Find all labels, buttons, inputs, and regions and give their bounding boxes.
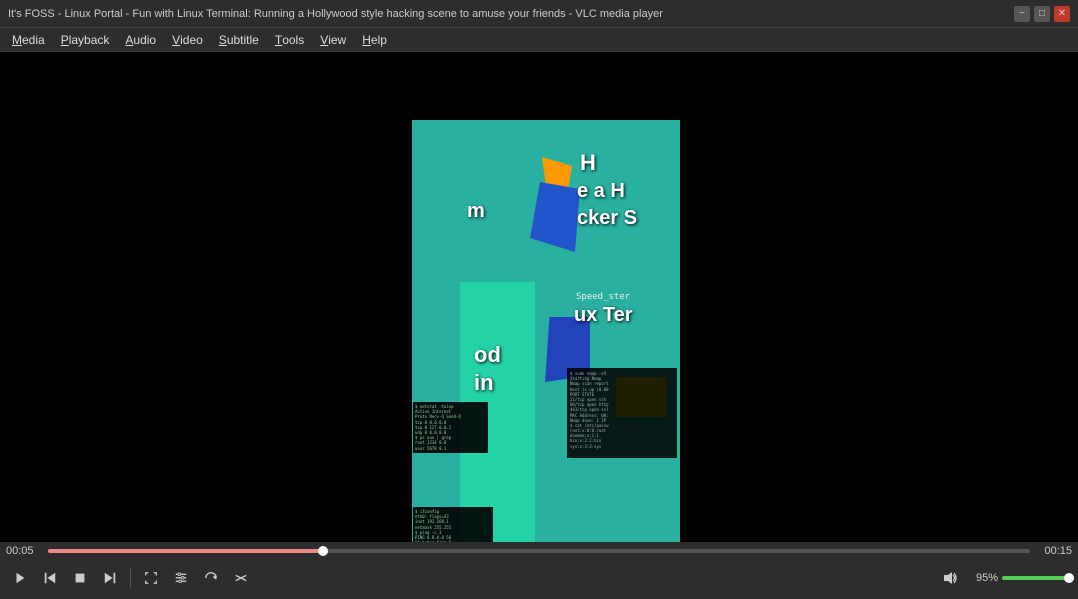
puzzle-piece-4 (0, 392, 60, 492)
puzzle-text-ea: e a H (577, 180, 625, 203)
volume-icon (942, 570, 958, 586)
menu-item-audio[interactable]: Audio (117, 30, 164, 50)
puzzle-piece-3 (0, 332, 140, 392)
volume-bar-thumb[interactable] (1064, 573, 1074, 583)
play-icon (13, 571, 27, 585)
play-button[interactable] (6, 565, 34, 591)
seek-bar[interactable] (48, 549, 1030, 553)
seek-row: 00:05 00:15 (0, 542, 1078, 560)
menu-bar: Media Playback Audio Video Subtitle Tool… (0, 28, 1078, 52)
random-button[interactable] (227, 565, 255, 591)
speed-text: Speed_ster (576, 292, 630, 302)
puzzle-piece-5 (0, 492, 80, 542)
menu-item-video[interactable]: Video (164, 30, 211, 50)
stop-icon (73, 571, 87, 585)
separator-1 (130, 568, 131, 588)
random-icon (234, 571, 248, 585)
loop-icon (204, 571, 218, 585)
title-bar: It's FOSS - Linux Portal - Fun with Linu… (0, 0, 1078, 28)
puzzle-piece-1 (0, 52, 60, 212)
puzzle-text-h: H (580, 150, 596, 176)
loop-button[interactable] (197, 565, 225, 591)
volume-bar-fill (1002, 576, 1069, 580)
terminal-text-3: $ ifconfig eth0: flags=43 inet 192.168.1… (413, 507, 493, 542)
skip-forward-button[interactable] (96, 565, 124, 591)
minimize-button[interactable]: − (1014, 6, 1030, 22)
fullscreen-icon (144, 571, 158, 585)
puzzle-text-ux: ux Ter (574, 304, 633, 327)
menu-item-tools[interactable]: Tools (267, 30, 312, 50)
menu-item-media[interactable]: Media (4, 30, 53, 50)
skip-forward-icon (103, 571, 117, 585)
window-controls: − □ ✕ (1014, 6, 1070, 22)
extended-icon (174, 571, 188, 585)
terminal-text-1: $ netstat -tulnp Active Internet Proto R… (413, 402, 488, 453)
terminal-text-2: $ sudo nmap -sV Starting Nmap Nmap scan … (567, 368, 677, 458)
volume-bar[interactable] (1002, 576, 1072, 580)
button-row: 95% (0, 560, 1078, 596)
volume-button[interactable] (936, 565, 964, 591)
puzzle-text-in: in (474, 370, 494, 396)
menu-item-help[interactable]: Help (354, 30, 395, 50)
video-area: $ netstat -tulnp Active Internet Proto R… (0, 52, 1078, 542)
fullscreen-button[interactable] (137, 565, 165, 591)
time-total: 00:15 (1036, 545, 1072, 557)
maximize-button[interactable]: □ (1034, 6, 1050, 22)
puzzle-text-cker: cker S (577, 207, 637, 230)
stop-button[interactable] (66, 565, 94, 591)
menu-item-playback[interactable]: Playback (53, 30, 118, 50)
seek-bar-fill (48, 549, 323, 553)
skip-back-button[interactable] (36, 565, 64, 591)
window-title: It's FOSS - Linux Portal - Fun with Linu… (8, 8, 1014, 20)
puzzle-text-od: od (474, 342, 501, 368)
controls-bar: 00:05 00:15 (0, 542, 1078, 599)
seek-bar-thumb[interactable] (318, 546, 328, 556)
menu-item-view[interactable]: View (312, 30, 354, 50)
skip-back-icon (43, 571, 57, 585)
volume-section: 95% (936, 565, 1072, 591)
puzzle-text-m: m (467, 200, 485, 223)
time-current: 00:05 (6, 545, 42, 557)
close-button[interactable]: ✕ (1054, 6, 1070, 22)
menu-item-subtitle[interactable]: Subtitle (211, 30, 267, 50)
video-content: $ netstat -tulnp Active Internet Proto R… (0, 52, 1078, 542)
puzzle-piece-2 (0, 212, 55, 332)
extended-button[interactable] (167, 565, 195, 591)
volume-percent: 95% (968, 572, 998, 584)
